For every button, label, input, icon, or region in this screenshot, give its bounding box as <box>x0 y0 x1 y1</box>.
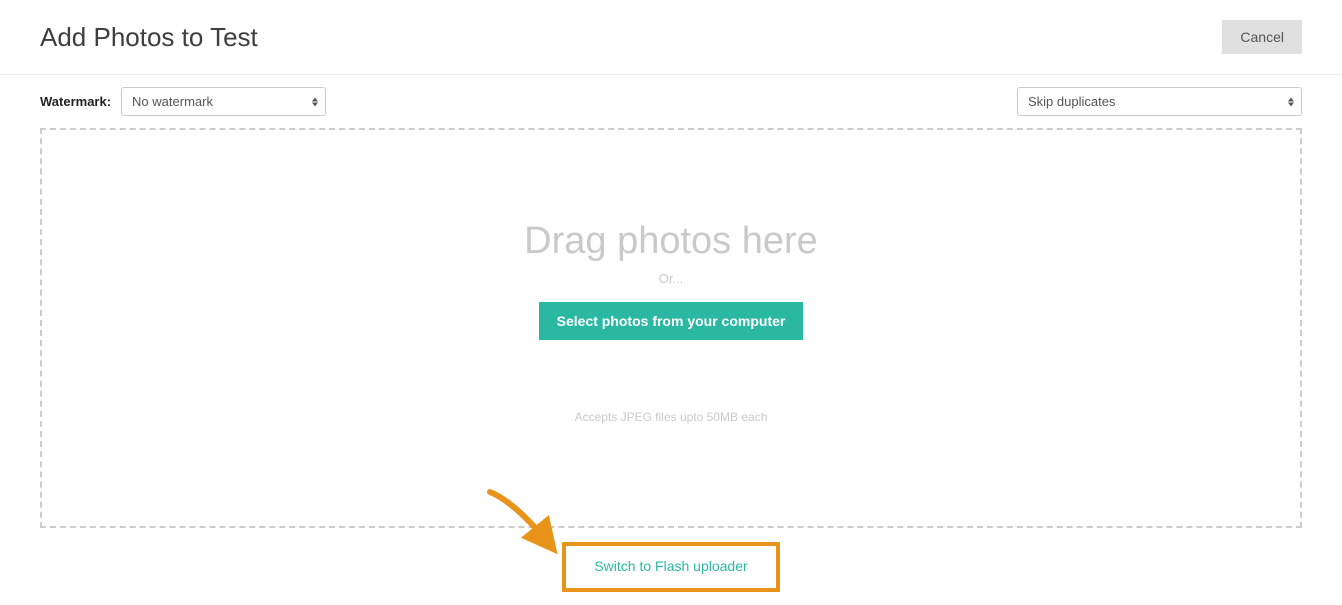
watermark-control: Watermark: No watermark <box>40 87 326 116</box>
switch-to-flash-link[interactable]: Switch to Flash uploader <box>594 558 747 574</box>
duplicates-select-wrapper: Skip duplicates <box>1017 87 1302 116</box>
watermark-select-wrapper: No watermark <box>121 87 326 116</box>
watermark-select[interactable]: No watermark <box>121 87 326 116</box>
page-title: Add Photos to Test <box>40 22 258 53</box>
page-header: Add Photos to Test Cancel <box>0 0 1342 75</box>
switch-link-highlight-box: Switch to Flash uploader <box>562 542 779 592</box>
drag-photos-text: Drag photos here <box>524 220 818 263</box>
accepts-text: Accepts JPEG files upto 50MB each <box>575 410 768 424</box>
cancel-button[interactable]: Cancel <box>1222 20 1302 54</box>
photo-dropzone[interactable]: Drag photos here Or... Select photos fro… <box>40 128 1302 528</box>
watermark-label: Watermark: <box>40 94 111 109</box>
select-photos-button[interactable]: Select photos from your computer <box>539 302 804 340</box>
duplicates-select[interactable]: Skip duplicates <box>1017 87 1302 116</box>
controls-bar: Watermark: No watermark Skip duplicates <box>0 75 1342 128</box>
duplicates-control: Skip duplicates <box>1017 87 1302 116</box>
footer-link-area: Switch to Flash uploader <box>0 542 1342 592</box>
or-text: Or... <box>659 271 684 286</box>
